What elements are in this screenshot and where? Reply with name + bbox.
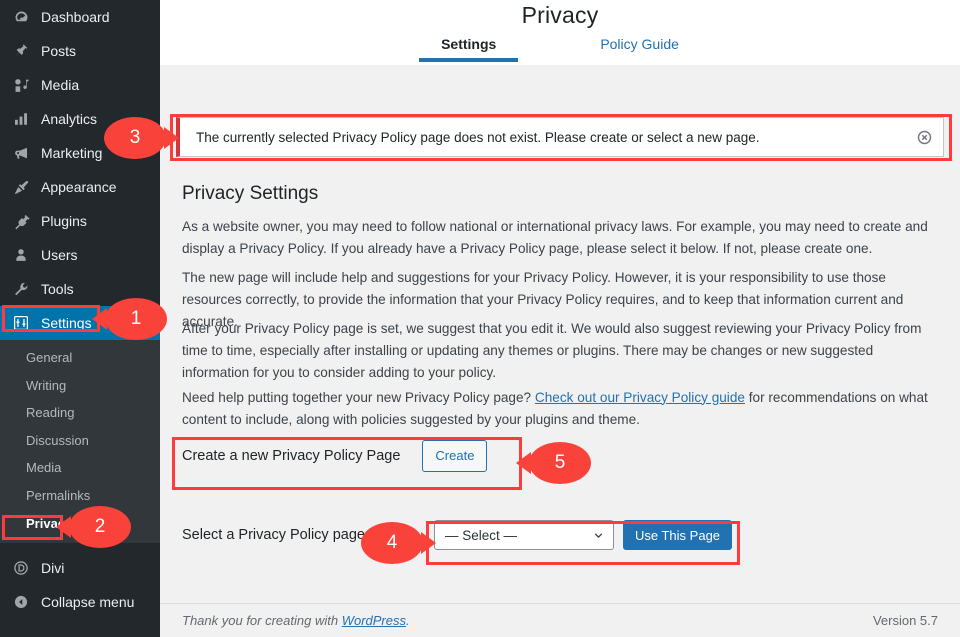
error-notice: The currently selected Privacy Policy pa… (176, 117, 944, 157)
sidebar-subitem-reading[interactable]: Reading (0, 399, 160, 427)
intro-paragraph-4: Need help putting together your new Priv… (182, 387, 942, 431)
intro-paragraph-3: After your Privacy Policy page is set, w… (182, 320, 922, 380)
callout-marker-1: 1 (92, 298, 167, 340)
tab-policy-guide[interactable]: Policy Guide (578, 36, 701, 62)
media-icon (10, 75, 32, 95)
version-label: Version 5.7 (872, 613, 938, 628)
sidebar-item-media[interactable]: Media (0, 68, 160, 102)
sidebar-item-label: Dashboard (41, 9, 110, 25)
footer-credit: Thank you for creating with WordPress. (182, 613, 873, 628)
callout-marker-5: 5 (516, 442, 591, 484)
paintbrush-icon (10, 177, 32, 197)
callout-number: 5 (554, 452, 566, 473)
user-icon (10, 245, 32, 265)
sidebar-item-label: Collapse menu (41, 594, 135, 611)
sidebar-item-label: Media (41, 77, 80, 93)
callout-number: 4 (386, 532, 398, 553)
create-button[interactable]: Create (422, 440, 488, 472)
callout-number: 3 (129, 127, 141, 148)
tab-settings[interactable]: Settings (419, 36, 519, 62)
tab-bar: Settings Policy Guide (160, 36, 960, 62)
sidebar-item-label: Divi (41, 560, 65, 577)
create-page-row: Create a new Privacy Policy Page Create (182, 440, 488, 472)
select-page-row: Select a Privacy Policy page — Select — … (182, 520, 733, 550)
sidebar-subitem-writing[interactable]: Writing (0, 372, 160, 400)
sidebar-item-label: Analytics (41, 111, 98, 127)
callout-number: 1 (130, 308, 142, 329)
chart-bar-icon (10, 109, 32, 129)
collapse-arrow-icon (10, 592, 32, 612)
page-title: Privacy (521, 2, 599, 28)
plug-icon (10, 211, 32, 231)
sidebar-item-label: Posts (41, 43, 77, 59)
close-icon[interactable] (905, 118, 943, 156)
sidebar-item-label: Tools (41, 281, 74, 297)
sidebar-subitem-general[interactable]: General (0, 344, 160, 372)
callout-tip (164, 127, 179, 149)
wordpress-link[interactable]: WordPress (342, 613, 406, 628)
sidebar-item-label: Plugins (41, 213, 87, 229)
sidebar-item-collapse-menu[interactable]: Collapse menu (0, 585, 160, 619)
callout-marker-2: 2 (56, 506, 131, 548)
sidebar-item-posts[interactable]: Posts (0, 34, 160, 68)
intro-paragraph-1: As a website owner, you may need to foll… (182, 218, 928, 256)
select-value: — Select — (445, 527, 518, 543)
callout-marker-4: 4 (361, 522, 436, 564)
privacy-policy-guide-link[interactable]: Check out our Privacy Policy guide (535, 390, 745, 405)
callout-number: 2 (94, 516, 106, 537)
sidebar-subitem-media[interactable]: Media (0, 454, 160, 482)
wrench-icon (10, 279, 32, 299)
callout-tip (421, 532, 436, 554)
section-title: Privacy Settings (182, 182, 319, 204)
sidebar-item-divi[interactable]: Divi (0, 551, 160, 585)
sidebar-item-dashboard[interactable]: Dashboard (0, 0, 160, 34)
notice-text: The currently selected Privacy Policy pa… (196, 129, 760, 145)
use-this-page-button[interactable]: Use This Page (623, 520, 733, 550)
divi-icon (10, 558, 32, 578)
footer-credit-prefix: Thank you for creating with (182, 613, 342, 628)
privacy-page-select[interactable]: — Select — (434, 520, 614, 550)
chevron-down-icon (592, 529, 605, 542)
footer-credit-suffix: . (406, 613, 410, 628)
megaphone-icon (10, 143, 32, 163)
paragraph-4-prefix: Need help putting together your new Priv… (182, 389, 535, 405)
wordpress-admin-screen: Dashboard Posts Media Analytics Marketin (0, 0, 960, 637)
create-page-label: Create a new Privacy Policy Page (182, 447, 401, 464)
dashboard-icon (10, 7, 32, 27)
sidebar-item-label: Appearance (41, 179, 117, 195)
sidebar-item-label: Users (41, 247, 78, 263)
sidebar-item-plugins[interactable]: Plugins (0, 204, 160, 238)
sidebar-item-label: Settings (41, 315, 92, 331)
callout-marker-3: 3 (104, 117, 179, 159)
sidebar-item-label: Marketing (41, 145, 103, 161)
main-content: The currently selected Privacy Policy pa… (160, 65, 960, 637)
settings-sliders-icon (10, 313, 32, 333)
sidebar-item-users[interactable]: Users (0, 238, 160, 272)
pin-icon (10, 41, 32, 61)
sidebar-item-appearance[interactable]: Appearance (0, 170, 160, 204)
sidebar-subitem-discussion[interactable]: Discussion (0, 427, 160, 455)
admin-footer: Thank you for creating with WordPress. V… (160, 603, 960, 637)
page-header: Privacy Settings Policy Guide (160, 0, 960, 65)
